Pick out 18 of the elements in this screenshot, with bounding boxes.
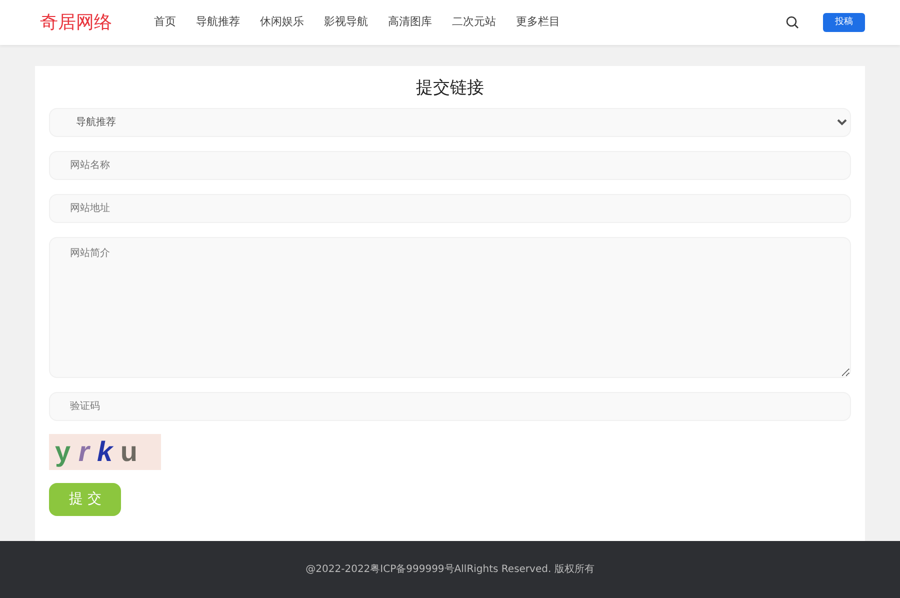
site-logo[interactable]: 奇居网络 [40,9,112,36]
copyright-text: @2022-2022粤ICP备999999号AllRights Reserved. 版权所有 [306,562,594,577]
captcha-image[interactable]: y r k u [49,434,161,470]
nav-link[interactable]: 导航推荐 [196,14,240,31]
category-select[interactable]: 导航推荐 [49,108,851,138]
input-field[interactable]: 网站地址 [49,194,851,224]
input-field[interactable]: 验证码 [49,392,851,422]
input-field[interactable]: 网站名称 [49,151,851,180]
nav-link[interactable]: 首页 [154,14,176,31]
nav-link[interactable]: 更多栏目 [516,14,560,31]
search-icon[interactable] [786,16,799,29]
submit-post-button[interactable]: 投稿 [823,12,865,32]
nav-link[interactable]: 休闲娱乐 [260,14,304,31]
form-title: 提交链接 [415,78,485,98]
nav-link[interactable]: 影视导航 [324,14,368,31]
textarea-field[interactable]: 网站简介 [49,237,851,378]
nav-link[interactable]: 高清图库 [388,14,432,31]
nav-link[interactable]: 二次元站 [452,14,496,31]
